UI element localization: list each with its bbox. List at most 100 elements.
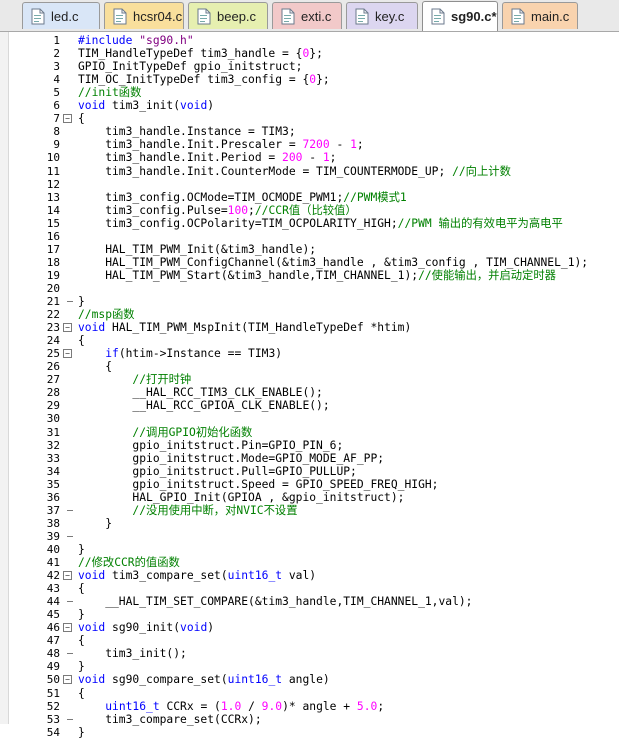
code-text[interactable]: void tim3_compare_set(uint16_t val) [78, 569, 619, 582]
code-text[interactable]: TIM_HandleTypeDef tim3_handle = {0}; [78, 47, 619, 60]
code-line[interactable]: 18 HAL_TIM_PWM_ConfigChannel(&tim3_handl… [0, 256, 619, 269]
code-line[interactable]: 50− void sg90_compare_set(uint16_t angle) [0, 673, 619, 686]
code-line[interactable]: 33 gpio_initstruct.Mode=GPIO_MODE_AF_PP; [0, 452, 619, 465]
code-line[interactable]: 8 tim3_handle.Instance = TIM3; [0, 125, 619, 138]
code-line[interactable]: 4 TIM_OC_InitTypeDef tim3_config = {0}; [0, 73, 619, 86]
code-text[interactable]: { [78, 112, 619, 125]
code-text[interactable]: tim3_handle.Init.CounterMode = TIM_COUNT… [78, 165, 619, 178]
code-text[interactable]: HAL_TIM_PWM_ConfigChannel(&tim3_handle ,… [78, 256, 619, 269]
code-line[interactable]: 46− void sg90_init(void) [0, 621, 619, 634]
code-text[interactable]: } [78, 295, 619, 308]
code-line[interactable]: 11 tim3_handle.Init.CounterMode = TIM_CO… [0, 165, 619, 178]
code-text[interactable]: tim3_handle.Init.Prescaler = 7200 - 1; [78, 138, 619, 151]
code-line[interactable]: 7−{ [0, 112, 619, 125]
code-line[interactable]: 27 //打开时钟 [0, 373, 619, 386]
code-editor[interactable]: 1 #include "sg90.h" 2 TIM_HandleTypeDef tim… [0, 32, 619, 739]
code-line[interactable]: 34 gpio_initstruct.Pull=GPIO_PULLUP; [0, 465, 619, 478]
code-line[interactable]: 25− if(htim->Instance == TIM3) [0, 347, 619, 360]
code-line[interactable]: 10 tim3_handle.Init.Period = 200 - 1; [0, 151, 619, 164]
tab-main-c[interactable]: main.c [502, 2, 578, 29]
code-text[interactable]: tim3_config.OCMode=TIM_OCMODE_PWM1;//PWM… [78, 191, 619, 204]
code-line[interactable]: 17 HAL_TIM_PWM_Init(&tim3_handle); [0, 243, 619, 256]
code-text[interactable]: gpio_initstruct.Pull=GPIO_PULLUP; [78, 465, 619, 478]
tab-hcsr04-c[interactable]: hcsr04.c [104, 2, 184, 29]
code-line[interactable]: 54} [0, 726, 619, 739]
tab-sg90-c[interactable]: sg90.c* [422, 1, 498, 31]
code-text[interactable]: //msp函数 [78, 308, 619, 321]
code-line[interactable]: 42− void tim3_compare_set(uint16_t val) [0, 569, 619, 582]
code-line[interactable]: 29 __HAL_RCC_GPIOA_CLK_ENABLE(); [0, 399, 619, 412]
tab-led-c[interactable]: led.c [22, 2, 100, 29]
code-line[interactable]: 43 { [0, 582, 619, 595]
fold-toggle-icon[interactable]: − [63, 349, 72, 359]
code-text[interactable]: if(htim->Instance == TIM3) [78, 347, 619, 360]
code-text[interactable]: tim3_config.Pulse=100;//CCR值（比较值） [78, 204, 619, 217]
tab-key-c[interactable]: key.c [346, 2, 418, 29]
code-line[interactable]: 12 [0, 178, 619, 191]
code-text[interactable] [78, 178, 619, 191]
code-line[interactable]: 40} [0, 543, 619, 556]
code-text[interactable]: //调用GPIO初始化函数 [78, 426, 619, 439]
code-line[interactable]: 47 { [0, 634, 619, 647]
code-line[interactable]: 51 { [0, 687, 619, 700]
code-text[interactable]: HAL_TIM_PWM_Init(&tim3_handle); [78, 243, 619, 256]
code-line[interactable]: 1 #include "sg90.h" [0, 34, 619, 47]
tab-beep-c[interactable]: beep.c [188, 2, 268, 29]
code-text[interactable]: HAL_TIM_PWM_Start(&tim3_handle,TIM_CHANN… [78, 269, 619, 282]
code-text[interactable]: { [78, 334, 619, 347]
tab-exti-c[interactable]: exti.c [272, 2, 342, 29]
code-line[interactable]: 38 } [0, 517, 619, 530]
code-text[interactable]: //没用使用中断，对NVIC不设置 [78, 504, 619, 517]
code-text[interactable]: { [78, 360, 619, 373]
code-line[interactable]: 37 //没用使用中断，对NVIC不设置 [0, 504, 619, 517]
code-text[interactable]: } [78, 608, 619, 621]
code-text[interactable]: TIM_OC_InitTypeDef tim3_config = {0}; [78, 73, 619, 86]
code-text[interactable]: void tim3_init(void) [78, 99, 619, 112]
fold-toggle-icon[interactable]: − [63, 114, 72, 124]
code-text[interactable]: } [78, 543, 619, 556]
code-line[interactable]: 20 [0, 282, 619, 295]
code-line[interactable]: 21} [0, 295, 619, 308]
code-text[interactable] [78, 230, 619, 243]
code-text[interactable]: gpio_initstruct.Mode=GPIO_MODE_AF_PP; [78, 452, 619, 465]
code-line[interactable]: 15 tim3_config.OCPolarity=TIM_OCPOLARITY… [0, 217, 619, 230]
code-line[interactable]: 24 { [0, 334, 619, 347]
code-text[interactable]: { [78, 634, 619, 647]
code-text[interactable]: //打开时钟 [78, 373, 619, 386]
code-line[interactable]: 44 __HAL_TIM_SET_COMPARE(&tim3_handle,TI… [0, 595, 619, 608]
code-text[interactable]: HAL_GPIO_Init(GPIOA , &gpio_initstruct); [78, 491, 619, 504]
code-text[interactable]: tim3_handle.Init.Period = 200 - 1; [78, 151, 619, 164]
code-line[interactable]: 49} [0, 660, 619, 673]
code-text[interactable]: #include "sg90.h" [78, 34, 619, 47]
code-line[interactable]: 3 GPIO_InitTypeDef gpio_initstruct; [0, 60, 619, 73]
code-text[interactable]: tim3_init(); [78, 647, 619, 660]
code-text[interactable]: } [78, 726, 619, 739]
code-text[interactable]: uint16_t CCRx = (1.0 / 9.0)* angle + 5.0… [78, 700, 619, 713]
fold-toggle-icon[interactable]: − [63, 323, 72, 333]
code-line[interactable]: 52 uint16_t CCRx = (1.0 / 9.0)* angle + … [0, 700, 619, 713]
code-text[interactable]: { [78, 687, 619, 700]
code-text[interactable]: void sg90_compare_set(uint16_t angle) [78, 673, 619, 686]
code-line[interactable]: 2 TIM_HandleTypeDef tim3_handle = {0}; [0, 47, 619, 60]
code-line[interactable]: 6 void tim3_init(void) [0, 99, 619, 112]
code-text[interactable]: __HAL_RCC_TIM3_CLK_ENABLE(); [78, 386, 619, 399]
code-text[interactable]: //init函数 [78, 86, 619, 99]
code-line[interactable]: 23− void HAL_TIM_PWM_MspInit(TIM_HandleTy… [0, 321, 619, 334]
fold-toggle-icon[interactable]: − [63, 571, 72, 581]
code-text[interactable]: __HAL_TIM_SET_COMPARE(&tim3_handle,TIM_C… [78, 595, 619, 608]
code-text[interactable]: } [78, 660, 619, 673]
code-text[interactable]: gpio_initstruct.Pin=GPIO_PIN_6; [78, 439, 619, 452]
code-line[interactable]: 48 tim3_init(); [0, 647, 619, 660]
code-line[interactable]: 36 HAL_GPIO_Init(GPIOA , &gpio_initstruc… [0, 491, 619, 504]
code-line[interactable]: 30 [0, 412, 619, 425]
code-line[interactable]: 39 [0, 530, 619, 543]
code-line[interactable]: 41 //修改CCR的值函数 [0, 556, 619, 569]
code-line[interactable]: 32 gpio_initstruct.Pin=GPIO_PIN_6; [0, 439, 619, 452]
code-line[interactable]: 35 gpio_initstruct.Speed = GPIO_SPEED_FR… [0, 478, 619, 491]
fold-toggle-icon[interactable]: − [63, 623, 72, 633]
code-line[interactable]: 5 //init函数 [0, 86, 619, 99]
code-text[interactable]: void sg90_init(void) [78, 621, 619, 634]
code-text[interactable]: __HAL_RCC_GPIOA_CLK_ENABLE(); [78, 399, 619, 412]
code-line[interactable]: 31 //调用GPIO初始化函数 [0, 426, 619, 439]
code-text[interactable] [78, 282, 619, 295]
